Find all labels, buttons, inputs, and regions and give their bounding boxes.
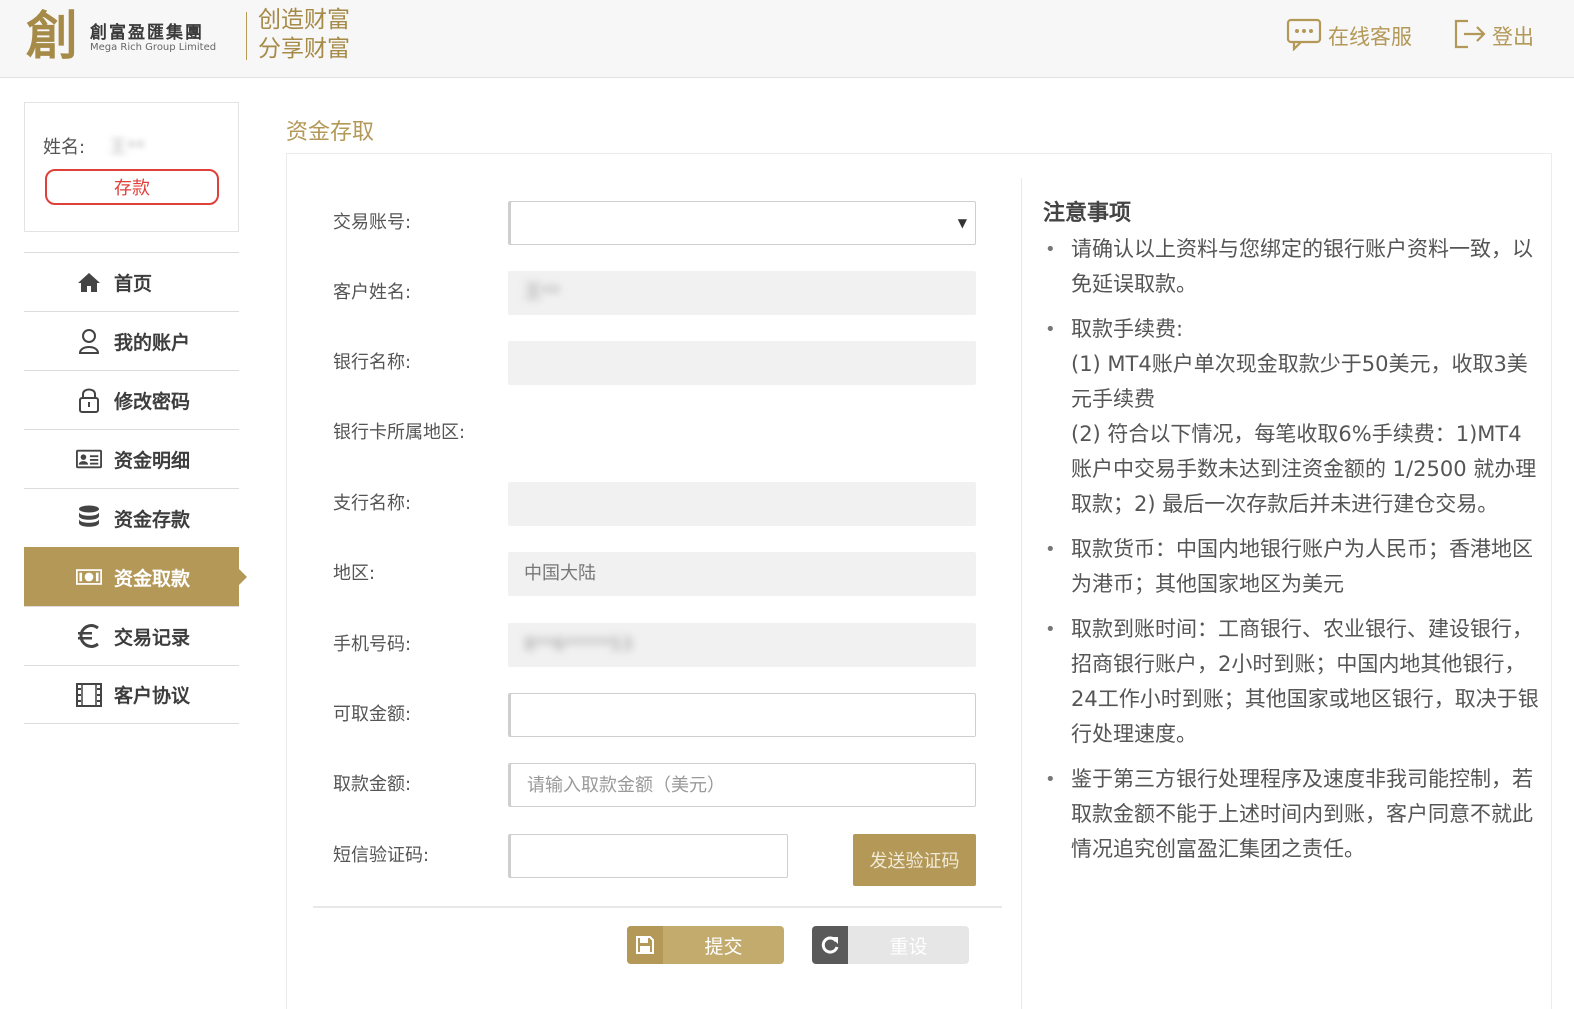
branch-name-row: 支行名称: (333, 482, 977, 526)
client-name-value: 王** (524, 282, 560, 303)
notice-item: 鉴于第三方银行处理程序及速度非我司能控制，若取款金额不能于上述时间内到账，客户同… (1043, 762, 1539, 867)
slogan-line-1: 创造财富 (258, 7, 350, 33)
user-info-card: 姓名: 王** 存款 (24, 102, 239, 232)
page-title: 资金存取 (286, 120, 375, 145)
phone-field: 8**6*****53 (508, 623, 976, 667)
sidebar-item-client-agreement[interactable]: 客户协议 (24, 665, 239, 724)
logo-divider (246, 12, 247, 60)
notice-section: 注意事项 请确认以上资料与您绑定的银行账户资料一致，以免延误取款。 取款手续费:… (1043, 198, 1539, 877)
send-code-button[interactable]: 发送验证码 (853, 834, 976, 886)
phone-label: 手机号码: (333, 634, 412, 655)
sidebar-item-fund-withdrawal[interactable]: 资金取款 (24, 547, 247, 606)
sidebar-item-label: 修改密码 (114, 390, 191, 413)
bank-name-row: 银行名称: (333, 341, 977, 385)
sidebar-item-change-password[interactable]: 修改密码 (24, 370, 239, 429)
form-divider (313, 906, 1002, 908)
chat-icon (1286, 17, 1328, 56)
user-icon (76, 328, 102, 354)
notice-item: 取款到账时间：工商银行、农业银行、建设银行，招商银行账户，2小时到账；中国内地其… (1043, 612, 1539, 752)
notice-title: 注意事项 (1043, 201, 1132, 226)
sidebar-item-label: 首页 (114, 272, 153, 295)
branch-name-label: 支行名称: (333, 493, 412, 514)
available-amount-field[interactable] (508, 693, 976, 737)
bank-region-row: 银行卡所属地区: (333, 411, 977, 455)
sms-code-label: 短信验证码: (333, 845, 430, 866)
id-card-icon (76, 446, 102, 472)
lock-icon (76, 387, 102, 413)
slogan-line-2: 分享财富 (258, 36, 350, 62)
reset-button[interactable]: 重设 (812, 926, 969, 964)
sidebar-item-home[interactable]: 首页 (24, 252, 239, 311)
region-field: 中国大陆 (508, 552, 976, 596)
sidebar-item-label: 我的账户 (114, 331, 191, 354)
notice-item: 请确认以上资料与您绑定的银行账户资料一致，以免延误取款。 (1043, 232, 1539, 302)
sidebar-nav: 首页 我的账户 修改密码 资金明细 资金存款 资金取款 交易记录 客户协议 (24, 252, 247, 724)
region-label: 地区: (333, 563, 376, 584)
submit-button[interactable]: 提交 (627, 926, 784, 964)
client-name-row: 客户姓名: 王** (333, 271, 977, 315)
branch-name-field (508, 482, 976, 526)
online-service-button[interactable]: 在线客服 (1286, 16, 1412, 56)
region-row: 地区: 中国大陆 (333, 552, 977, 596)
withdrawal-panel: 交易账号: ▼ 客户姓名: 王** 银行名称: 银行卡所属地区: 支行名称: 地… (286, 153, 1552, 1009)
database-icon (76, 505, 102, 531)
home-icon (76, 269, 102, 295)
notice-fees-line-1: (1) MT4账户单次现金取款少于50美元，收取3美元手续费 (1071, 352, 1528, 411)
withdraw-amount-row: 取款金额: 请输入取款金额（美元） (333, 763, 977, 807)
client-name-field: 王** (508, 271, 976, 315)
trading-account-select[interactable]: ▼ (508, 201, 976, 245)
notice-list: 请确认以上资料与您绑定的银行账户资料一致，以免延误取款。 取款手续费: (1) … (1043, 232, 1539, 867)
available-amount-label: 可取金额: (333, 704, 412, 725)
sidebar-item-label: 交易记录 (114, 626, 191, 649)
region-value: 中国大陆 (524, 563, 596, 584)
slogan: 创造财富 分享财富 (258, 6, 350, 64)
logo-glyph: 創 (26, 6, 79, 67)
phone-value: 8**6*****53 (524, 634, 633, 655)
sidebar-item-trade-records[interactable]: 交易记录 (24, 606, 239, 665)
bank-name-field (508, 341, 976, 385)
user-name-value: 王** (109, 137, 145, 158)
logout-button[interactable]: 登出 (1452, 16, 1534, 56)
notice-item: 取款货币：中国内地银行账户为人民币；香港地区为港币；其他国家地区为美元 (1043, 532, 1539, 602)
user-name-label: 姓名: (43, 137, 86, 158)
sms-code-input[interactable] (508, 834, 788, 878)
withdraw-amount-label: 取款金额: (333, 774, 412, 795)
online-service-label: 在线客服 (1328, 25, 1412, 49)
logo-company-name-en: Mega Rich Group Limited (90, 42, 217, 53)
available-amount-row: 可取金额: (333, 693, 977, 737)
chevron-down-icon: ▼ (957, 216, 967, 230)
panel-divider (1021, 178, 1022, 1009)
reset-label: 重设 (889, 935, 928, 958)
sidebar-item-fund-deposit[interactable]: 资金存款 (24, 488, 239, 547)
sidebar-item-label: 资金取款 (114, 567, 191, 590)
refresh-icon (812, 926, 848, 964)
withdraw-amount-placeholder: 请输入取款金额（美元） (527, 775, 725, 796)
sidebar-item-my-account[interactable]: 我的账户 (24, 311, 239, 370)
sidebar-item-label: 客户协议 (114, 685, 191, 707)
trading-account-row: 交易账号: ▼ (333, 201, 977, 245)
euro-icon (76, 623, 102, 649)
deposit-button[interactable]: 存款 (45, 169, 219, 205)
client-name-label: 客户姓名: (333, 282, 412, 303)
withdraw-amount-input[interactable]: 请输入取款金额（美元） (508, 763, 976, 807)
bank-name-label: 银行名称: (333, 352, 412, 373)
header-bar: 創 創富盈匯集團 Mega Rich Group Limited 创造财富 分享… (0, 0, 1574, 78)
sms-code-row: 短信验证码: 发送验证码 (333, 834, 977, 886)
sidebar-item-label: 资金明细 (114, 449, 191, 472)
logout-icon (1452, 17, 1492, 56)
money-icon (76, 564, 102, 590)
notice-fees-line-2: (2) 符合以下情况，每笔收取6%手续费：1)MT4账户中交易手数未达到注资金额… (1071, 422, 1537, 516)
phone-row: 手机号码: 8**6*****53 (333, 623, 977, 667)
logo-company-name: 創富盈匯集團 (90, 23, 204, 43)
notice-fees-title: 取款手续费: (1071, 317, 1184, 341)
submit-label: 提交 (704, 935, 743, 958)
logout-label: 登出 (1492, 25, 1534, 49)
trading-account-label: 交易账号: (333, 212, 412, 233)
save-icon (627, 926, 663, 964)
sidebar-item-label: 资金存款 (114, 508, 191, 531)
bank-region-label: 银行卡所属地区: (333, 422, 466, 443)
film-icon (76, 682, 102, 708)
sidebar-item-fund-details[interactable]: 资金明细 (24, 429, 239, 488)
notice-item-fees: 取款手续费: (1) MT4账户单次现金取款少于50美元，收取3美元手续费 (2… (1043, 312, 1539, 522)
